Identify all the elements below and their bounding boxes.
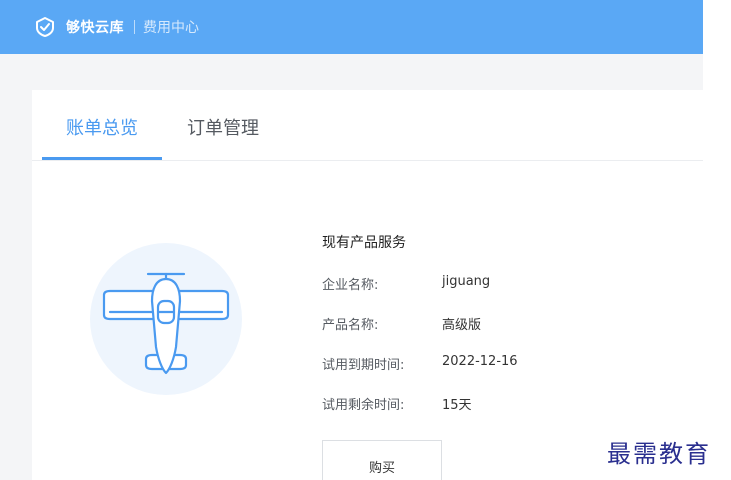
header-subtitle: 费用中心: [143, 20, 199, 36]
info-value: 高级版: [442, 318, 482, 333]
buy-button[interactable]: 购买: [322, 440, 442, 480]
info-label: 试用到期时间:: [322, 358, 405, 373]
brand-name[interactable]: 够快云库: [66, 17, 124, 37]
section-title: 现有产品服务: [322, 235, 406, 251]
active-tab-indicator: [42, 157, 162, 160]
info-label: 产品名称:: [322, 318, 379, 333]
header-divider: [134, 20, 135, 34]
info-label: 试用剩余时间:: [322, 398, 405, 413]
top-header-bar: 够快云库 费用中心: [0, 0, 703, 54]
airplane-icon: [90, 243, 242, 395]
info-value: 15天: [442, 398, 472, 413]
tab-bar: 账单总览 订单管理: [32, 90, 703, 161]
page-background-left: [0, 90, 32, 480]
page-background-strip: [0, 54, 703, 90]
tab-billing-overview[interactable]: 账单总览: [66, 114, 138, 140]
shield-check-icon[interactable]: [34, 16, 56, 38]
info-value: 2022-12-16: [442, 354, 518, 369]
info-label: 企业名称:: [322, 278, 379, 293]
main-card: 账单总览 订单管理 现有产品服务 企业名称: jiguang 产品名称: 高级版…: [32, 90, 703, 480]
watermark-text: 最需教育: [607, 440, 711, 468]
info-value: jiguang: [442, 274, 491, 289]
tab-order-management[interactable]: 订单管理: [187, 114, 259, 140]
